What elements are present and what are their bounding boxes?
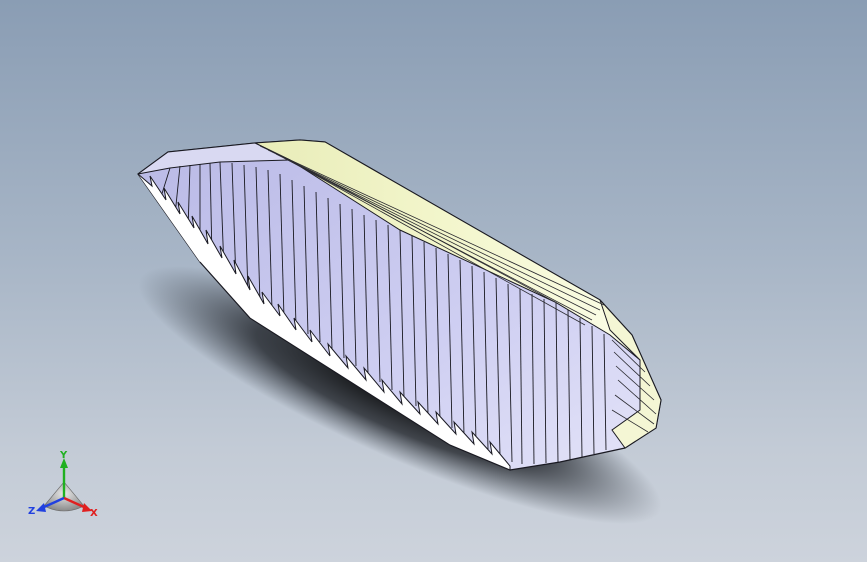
z-axis-label: Z: [28, 506, 35, 517]
model-3d-view[interactable]: [0, 0, 867, 562]
view-orientation-triad[interactable]: Y X Z: [22, 446, 108, 526]
y-axis-label: Y: [59, 450, 68, 461]
graphics-viewport[interactable]: Y X Z: [0, 0, 867, 562]
z-axis-arrow-icon: [36, 503, 46, 512]
x-axis-label: X: [90, 508, 98, 519]
